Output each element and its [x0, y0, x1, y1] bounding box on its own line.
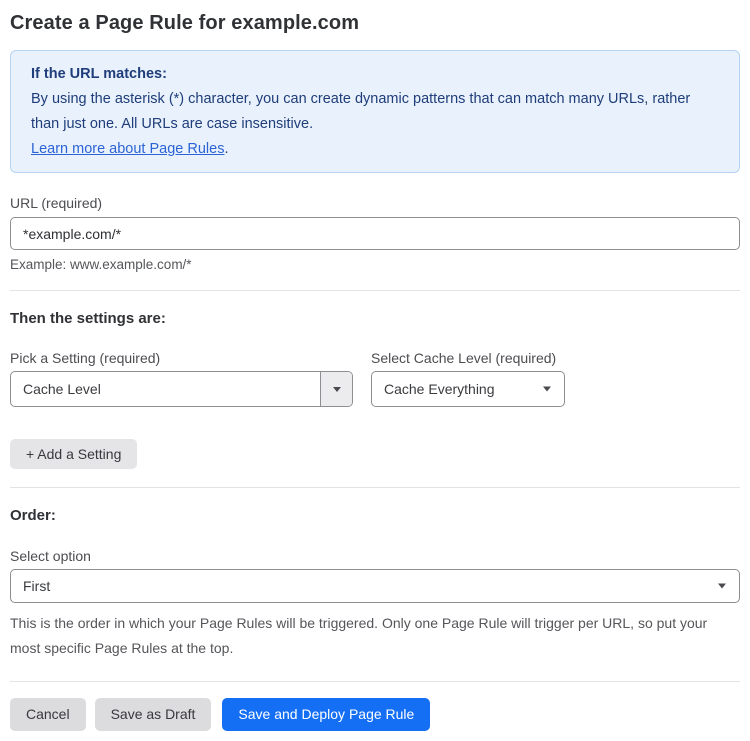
chevron-down-icon	[332, 386, 341, 392]
divider	[10, 681, 740, 682]
setting-select[interactable]: Cache Level	[10, 371, 353, 407]
cache-level-select-label: Select Cache Level (required)	[371, 350, 557, 366]
chevron-down-icon	[543, 386, 551, 392]
url-field-helper: Example: www.example.com/*	[10, 257, 192, 272]
cache-level-select[interactable]: Cache Everything	[371, 371, 565, 407]
page-title: Create a Page Rule for example.com	[10, 12, 360, 34]
info-box-body: By using the asterisk (*) character, you…	[31, 91, 691, 132]
setting-select-arrow-button[interactable]	[320, 372, 352, 406]
order-select-value: First	[23, 578, 51, 594]
url-input[interactable]	[10, 217, 740, 250]
cancel-button[interactable]: Cancel	[10, 698, 86, 731]
setting-select-value: Cache Level	[23, 381, 101, 397]
url-field-label: URL (required)	[10, 195, 103, 211]
order-select[interactable]: First	[10, 569, 740, 603]
settings-row: Pick a Setting (required) Cache Level Se…	[10, 327, 740, 407]
save-and-deploy-button[interactable]: Save and Deploy Page Rule	[222, 698, 431, 731]
order-select-label: Select option	[10, 548, 91, 564]
save-as-draft-button[interactable]: Save as Draft	[94, 698, 212, 731]
cache-level-select-value: Cache Everything	[384, 381, 495, 397]
setting-select-column: Pick a Setting (required) Cache Level	[10, 327, 353, 407]
order-helper-text: This is the order in which your Page Rul…	[10, 615, 708, 656]
add-setting-button[interactable]: + Add a Setting	[10, 439, 138, 469]
learn-more-link[interactable]: Learn more about Page Rules	[31, 141, 224, 157]
info-box-heading: If the URL matches:	[31, 66, 167, 82]
cache-level-select-column: Select Cache Level (required) Cache Ever…	[371, 327, 565, 407]
settings-section-heading: Then the settings are:	[10, 310, 166, 327]
link-suffix: .	[224, 141, 229, 157]
page-rule-form: Create a Page Rule for example.com If th…	[0, 0, 750, 741]
divider	[10, 290, 740, 291]
order-section-heading: Order:	[10, 507, 56, 524]
url-match-info-box: If the URL matches: By using the asteris…	[10, 50, 740, 173]
form-actions: Cancel Save as Draft Save and Deploy Pag…	[10, 698, 740, 731]
setting-select-label: Pick a Setting (required)	[10, 350, 161, 366]
chevron-down-icon	[718, 583, 726, 589]
info-box-link-line: Learn more about Page Rules.	[31, 137, 719, 162]
divider	[10, 487, 740, 488]
